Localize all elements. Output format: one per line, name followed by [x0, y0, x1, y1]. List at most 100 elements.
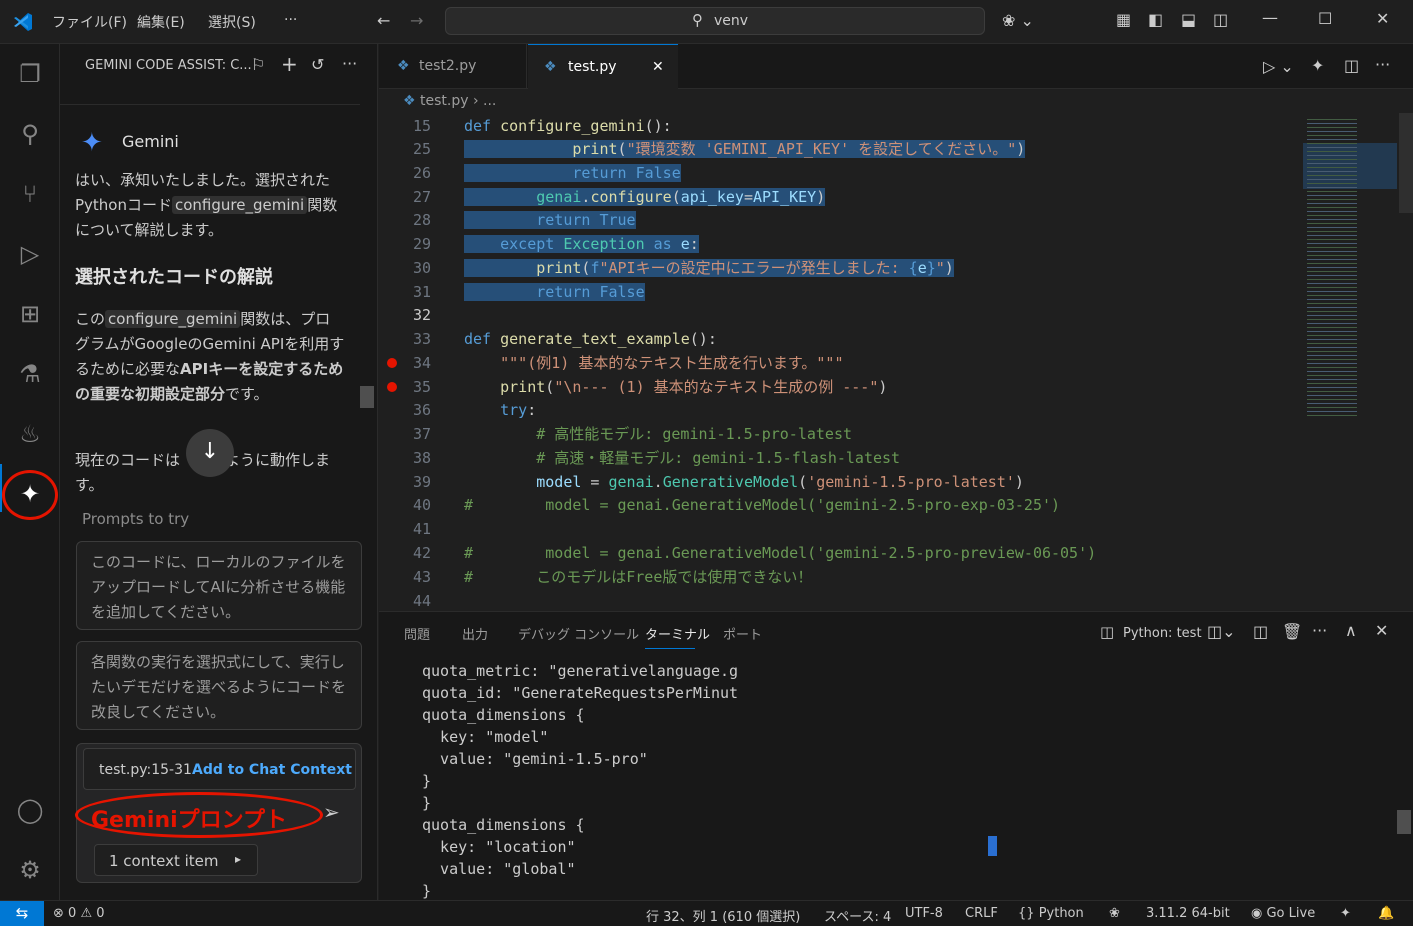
code-line[interactable]: 34 """(例1) 基本的なテキスト生成を行います。""" [379, 351, 1299, 375]
tab-output[interactable]: 出力 [462, 624, 488, 643]
panel-more-icon[interactable]: ··· [1312, 621, 1327, 640]
line-ending[interactable]: CRLF [965, 906, 998, 921]
source-control-icon[interactable]: ⑂ [14, 178, 46, 210]
editor-scrollbar[interactable] [1399, 113, 1413, 213]
split-terminal-icon[interactable]: ◫ [1253, 622, 1268, 641]
close-panel-icon[interactable]: ✕ [1375, 621, 1388, 640]
run-debug-icon[interactable]: ▷ [14, 238, 46, 270]
menu-file[interactable]: ファイル(F) [52, 12, 127, 32]
genie-icon[interactable]: ♨ [14, 418, 46, 450]
code-line[interactable]: 38 # 高速・軽量モデル: gemini-1.5-flash-latest [379, 446, 1299, 470]
code-line[interactable]: 36 try: [379, 398, 1299, 422]
close-window-icon[interactable]: ✕ [1376, 9, 1389, 28]
trash-icon[interactable]: 🗑 [1282, 622, 1302, 641]
title-bar: ファイル(F) 編集(E) 選択(S) ··· ← → ⚲ venv ❀ ⌄ ▦… [0, 0, 1413, 44]
history-icon[interactable]: ↺ [311, 55, 324, 74]
maximize-panel-icon[interactable]: ∧ [1345, 621, 1357, 640]
run-icon[interactable]: ▷ ⌄ [1263, 57, 1294, 76]
explorer-icon[interactable]: ❐ [14, 58, 46, 90]
code-line[interactable]: 37 # 高性能モデル: gemini-1.5-pro-latest [379, 422, 1299, 446]
code-line[interactable]: 29 except Exception as e: [379, 232, 1299, 256]
copilot-icon[interactable]: ❀ ⌄ [1002, 11, 1034, 30]
suggested-prompt-2[interactable]: 各関数の実行を選択式にして、実行したいデモだけを選べるようにコードを改良してくだ… [76, 641, 362, 730]
tab-test[interactable]: ❖ test.py ✕ [528, 44, 678, 89]
code-line[interactable]: 32 [379, 303, 1299, 327]
settings-gear-icon[interactable]: ⚙ [14, 854, 46, 886]
toggle-primary-sidebar-icon[interactable]: ◧ [1148, 10, 1163, 29]
menu-selection[interactable]: 選択(S) [208, 12, 256, 32]
split-editor-icon[interactable]: ◫ [1344, 56, 1359, 75]
account-icon[interactable]: ◯ [14, 794, 46, 826]
tab-test2[interactable]: ❖ test2.py [379, 44, 527, 89]
bottom-panel: 問題 出力 デバッグ コンソール ターミナル ポート ◫ Python: tes… [379, 611, 1413, 900]
problems-status[interactable]: ⊗ 0 ⚠ 0 [53, 906, 105, 921]
suggested-prompt-1[interactable]: このコードに、ローカルのファイルをアップロードしてAIに分析させる機能を追加して… [76, 541, 362, 630]
context-items-button[interactable]: 1 context item ▸ [94, 844, 258, 876]
go-live-button[interactable]: ◉ Go Live [1251, 906, 1315, 921]
code-line[interactable]: 15 def configure_gemini(): [379, 114, 1299, 138]
toggle-panel-icon[interactable]: ⬓ [1181, 10, 1196, 29]
toggle-secondary-sidebar-icon[interactable]: ◫ [1213, 10, 1228, 29]
more-actions-icon[interactable]: ··· [342, 54, 357, 73]
minimap[interactable] [1303, 113, 1397, 433]
menu-more[interactable]: ··· [284, 12, 297, 28]
code-editor[interactable]: ❖ test.py › ... 15 def configure_gemini()… [379, 89, 1413, 610]
context-chip[interactable]: test.py:15-31 Add to Chat Context [83, 748, 356, 790]
vscode-logo-icon [12, 11, 34, 33]
code-line[interactable]: 28 return True [379, 208, 1299, 232]
code-line[interactable]: 27 genai.configure(api_key=API_KEY) [379, 185, 1299, 209]
encoding[interactable]: UTF-8 [905, 906, 943, 921]
code-line[interactable]: 44 [379, 589, 1299, 613]
line-number: 31 [412, 283, 431, 301]
cursor-position[interactable]: 行 32、列 1 (610 個選択) [646, 906, 800, 925]
breakpoint-icon[interactable] [387, 358, 397, 368]
scroll-down-button[interactable]: ↓ [186, 429, 234, 477]
back-arrow-icon[interactable]: ← [377, 11, 390, 30]
new-terminal-split-icon[interactable]: ◫⌄ [1207, 622, 1236, 641]
menu-edit[interactable]: 編集(E) [137, 12, 185, 32]
code-line[interactable]: 25 print("環境変数 'GEMINI_API_KEY' を設定してくださ… [379, 137, 1299, 161]
minimize-icon[interactable]: — [1262, 8, 1278, 27]
code-line[interactable]: 33 def generate_text_example(): [379, 327, 1299, 351]
terminal-name[interactable]: Python: test [1123, 626, 1202, 641]
terminal-scrollbar[interactable] [1397, 660, 1411, 900]
code-line[interactable]: 35 print("\n--- (1) 基本的なテキスト生成の例 ---") [379, 375, 1299, 399]
tab-ports[interactable]: ポート [723, 624, 762, 643]
customize-layout-icon[interactable]: ▦ [1116, 10, 1131, 29]
tab-problems[interactable]: 問題 [404, 624, 430, 643]
tab-terminal[interactable]: ターミナル [645, 624, 710, 643]
remote-button[interactable]: ⇆ [0, 901, 44, 926]
chat-scrollbar[interactable] [360, 96, 374, 488]
divider [60, 104, 360, 105]
extensions-icon[interactable]: ⊞ [14, 298, 46, 330]
tab-debug-console[interactable]: デバッグ コンソール [518, 624, 639, 643]
indentation[interactable]: スペース: 4 [824, 906, 891, 925]
send-icon[interactable]: ➢ [323, 800, 340, 824]
breakpoint-icon[interactable] [387, 382, 397, 392]
code-text: return True [464, 208, 636, 232]
chat-history-icon[interactable]: ⚐ [251, 55, 265, 74]
notifications-icon[interactable]: 🔔 [1378, 906, 1394, 921]
code-line[interactable]: 40 # model = genai.GenerativeModel('gemin… [379, 493, 1299, 517]
code-line[interactable]: 43 # このモデルはFree版では使用できない！ [379, 565, 1299, 589]
code-line[interactable]: 42 # model = genai.GenerativeModel('gemin… [379, 541, 1299, 565]
gemini-status-icon[interactable]: ✦ [1340, 906, 1351, 921]
search-icon[interactable]: ⚲ [14, 118, 46, 150]
maximize-icon[interactable]: ☐ [1318, 9, 1332, 28]
new-chat-icon[interactable]: + [281, 52, 298, 76]
command-search-box[interactable]: ⚲ venv [445, 7, 985, 35]
forward-arrow-icon[interactable]: → [410, 11, 423, 30]
code-line[interactable]: 30 print(f"APIキーの設定中にエラーが発生しました: {e}") [379, 256, 1299, 280]
code-line[interactable]: 26 return False [379, 161, 1299, 185]
language-mode[interactable]: {} Python [1018, 906, 1084, 921]
gemini-action-icon[interactable]: ✦ [1311, 56, 1324, 75]
code-line[interactable]: 39 model = genai.GenerativeModel('gemini… [379, 470, 1299, 494]
close-tab-icon[interactable]: ✕ [652, 45, 664, 90]
add-to-context-link[interactable]: Add to Chat Context [192, 762, 352, 778]
testing-icon[interactable]: ⚗ [14, 358, 46, 390]
python-interpreter[interactable]: 3.11.2 64-bit [1146, 906, 1230, 921]
copilot-status-icon[interactable]: ❀ [1109, 906, 1120, 921]
code-line[interactable]: 41 [379, 517, 1299, 541]
editor-more-icon[interactable]: ··· [1375, 55, 1390, 74]
code-line[interactable]: 31 return False [379, 280, 1299, 304]
